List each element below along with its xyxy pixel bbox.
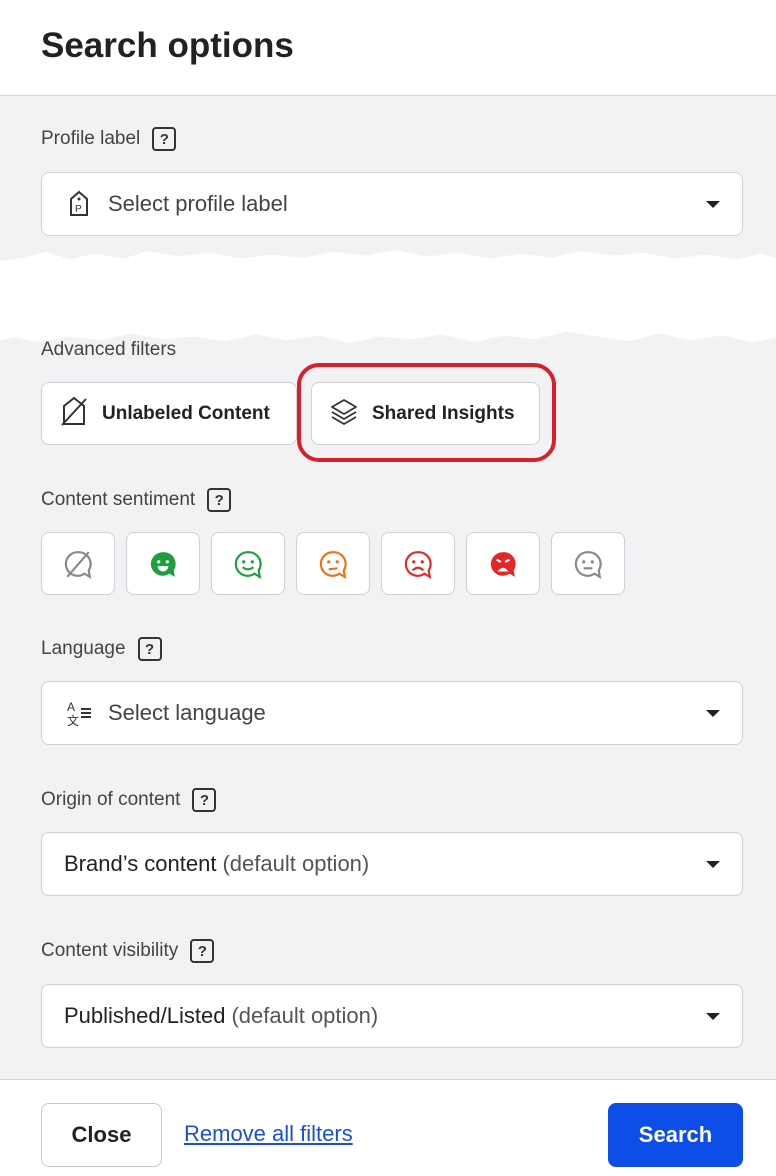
help-icon[interactable]: ? [152, 127, 177, 151]
svg-text:A: A [67, 700, 75, 714]
sentiment-negative-button[interactable] [381, 532, 455, 595]
sentiment-very-positive-icon [150, 551, 176, 577]
close-button[interactable]: Close [41, 1103, 162, 1167]
torn-redaction [0, 250, 776, 344]
chevron-down-icon [706, 861, 720, 868]
sentiment-very-negative-icon [490, 551, 516, 577]
chip-label: Unlabeled Content [102, 402, 270, 424]
chevron-down-icon [706, 201, 720, 208]
chevron-down-icon [706, 710, 720, 717]
sentiment-very-negative-button[interactable] [466, 532, 540, 595]
select-value: Brand’s content [64, 851, 217, 876]
language-heading: Language? [41, 637, 162, 661]
highlight-outline [297, 363, 556, 462]
help-icon[interactable]: ? [137, 637, 162, 661]
page-title: Search options [41, 26, 294, 65]
sentiment-neutral-button[interactable] [296, 532, 370, 595]
label-text: Profile label [41, 128, 141, 149]
origin-select[interactable]: Brand’s content (default option) [41, 832, 743, 896]
language-select[interactable]: A文 Select language [41, 681, 743, 745]
select-value: Published/Listed [64, 1003, 226, 1028]
translate-icon: A文 [64, 699, 94, 727]
sentiment-unknown-button[interactable] [551, 532, 625, 595]
dialog-header: Search options [0, 0, 776, 96]
sentiment-unknown-icon [574, 550, 602, 579]
chevron-down-icon [706, 1013, 720, 1020]
unlabeled-content-chip[interactable]: Unlabeled Content [41, 382, 297, 445]
select-placeholder: Select language [108, 700, 266, 725]
label-text: Content sentiment [41, 489, 196, 510]
advanced-filters-heading: Advanced filters [41, 339, 177, 360]
sentiment-heading: Content sentiment? [41, 488, 232, 512]
label-text: Language [41, 638, 126, 659]
search-button[interactable]: Search [608, 1103, 743, 1167]
select-note: (default option) [231, 1003, 379, 1028]
select-placeholder: Select profile label [108, 191, 288, 216]
sentiment-none-icon [64, 550, 92, 579]
svg-text:P: P [75, 204, 82, 215]
label-text: Origin of content [41, 789, 181, 810]
sentiment-none-button[interactable] [41, 532, 115, 595]
select-note: (default option) [222, 851, 370, 876]
remove-all-filters-link[interactable]: Remove all filters [184, 1121, 353, 1147]
help-icon[interactable]: ? [192, 788, 217, 812]
visibility-select[interactable]: Published/Listed (default option) [41, 984, 743, 1048]
dialog-footer: Close Remove all filters Search [0, 1079, 776, 1176]
tag-off-icon [60, 395, 88, 433]
profile-label-select[interactable]: P Select profile label [41, 172, 743, 236]
sentiment-positive-icon [234, 550, 262, 579]
sentiment-negative-icon [404, 550, 432, 579]
profile-tag-icon: P [64, 190, 94, 218]
profile-label-heading: Profile label? [41, 127, 177, 151]
help-icon[interactable]: ? [207, 488, 232, 512]
origin-heading: Origin of content? [41, 788, 217, 812]
label-text: Content visibility [41, 940, 179, 961]
sentiment-very-positive-button[interactable] [126, 532, 200, 595]
visibility-heading: Content visibility? [41, 939, 215, 963]
sentiment-neutral-icon [319, 550, 347, 579]
svg-text:文: 文 [67, 713, 79, 727]
sentiment-positive-button[interactable] [211, 532, 285, 595]
help-icon[interactable]: ? [190, 939, 215, 963]
